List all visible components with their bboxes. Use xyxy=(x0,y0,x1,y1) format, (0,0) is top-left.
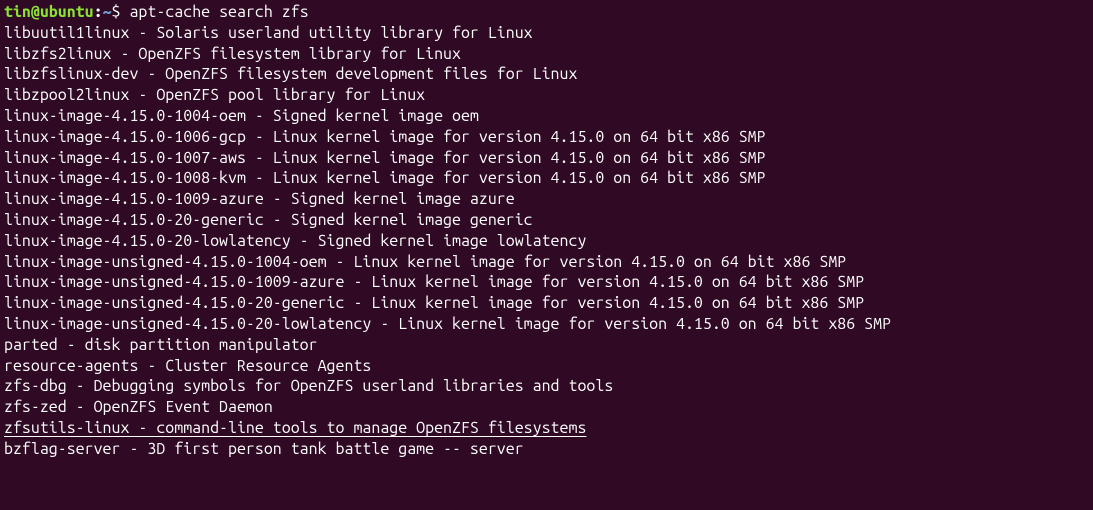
prompt-colon: : xyxy=(94,3,103,21)
output-line: linux-image-4.15.0-1008-kvm - Linux kern… xyxy=(4,168,1089,189)
output-line: linux-image-4.15.0-1004-oem - Signed ker… xyxy=(4,106,1089,127)
output-line: linux-image-4.15.0-1006-gcp - Linux kern… xyxy=(4,127,1089,148)
output-line: libzfslinux-dev - OpenZFS filesystem dev… xyxy=(4,64,1089,85)
output-line: libzpool2linux - OpenZFS pool library fo… xyxy=(4,85,1089,106)
output-line: linux-image-unsigned-4.15.0-1009-azure -… xyxy=(4,272,1089,293)
output-line: linux-image-unsigned-4.15.0-20-generic -… xyxy=(4,293,1089,314)
output-line: libzfs2linux - OpenZFS filesystem librar… xyxy=(4,44,1089,65)
highlighted-output-line: zfsutils-linux - command-line tools to m… xyxy=(4,418,1089,439)
prompt-dollar: $ xyxy=(112,3,121,21)
prompt-command: apt-cache search zfs xyxy=(121,3,309,21)
output-line: zfs-zed - OpenZFS Event Daemon xyxy=(4,397,1089,418)
output-line: linux-image-4.15.0-20-generic - Signed k… xyxy=(4,210,1089,231)
prompt-line[interactable]: tin@ubuntu:~$ apt-cache search zfs xyxy=(4,2,1089,23)
output-line: zfs-dbg - Debugging symbols for OpenZFS … xyxy=(4,376,1089,397)
output-line: linux-image-unsigned-4.15.0-20-lowlatenc… xyxy=(4,314,1089,335)
prompt-user: tin@ubuntu xyxy=(4,3,94,21)
output-line: parted - disk partition manipulator xyxy=(4,335,1089,356)
output-line: resource-agents - Cluster Resource Agent… xyxy=(4,356,1089,377)
output-line: bzflag-server - 3D first person tank bat… xyxy=(4,439,1089,460)
output-line: linux-image-4.15.0-20-lowlatency - Signe… xyxy=(4,231,1089,252)
output-line: linux-image-unsigned-4.15.0-1004-oem - L… xyxy=(4,252,1089,273)
output-line: linux-image-4.15.0-1009-azure - Signed k… xyxy=(4,189,1089,210)
output-line: libuutil1linux - Solaris userland utilit… xyxy=(4,23,1089,44)
prompt-path: ~ xyxy=(103,3,112,21)
output-line: linux-image-4.15.0-1007-aws - Linux kern… xyxy=(4,148,1089,169)
